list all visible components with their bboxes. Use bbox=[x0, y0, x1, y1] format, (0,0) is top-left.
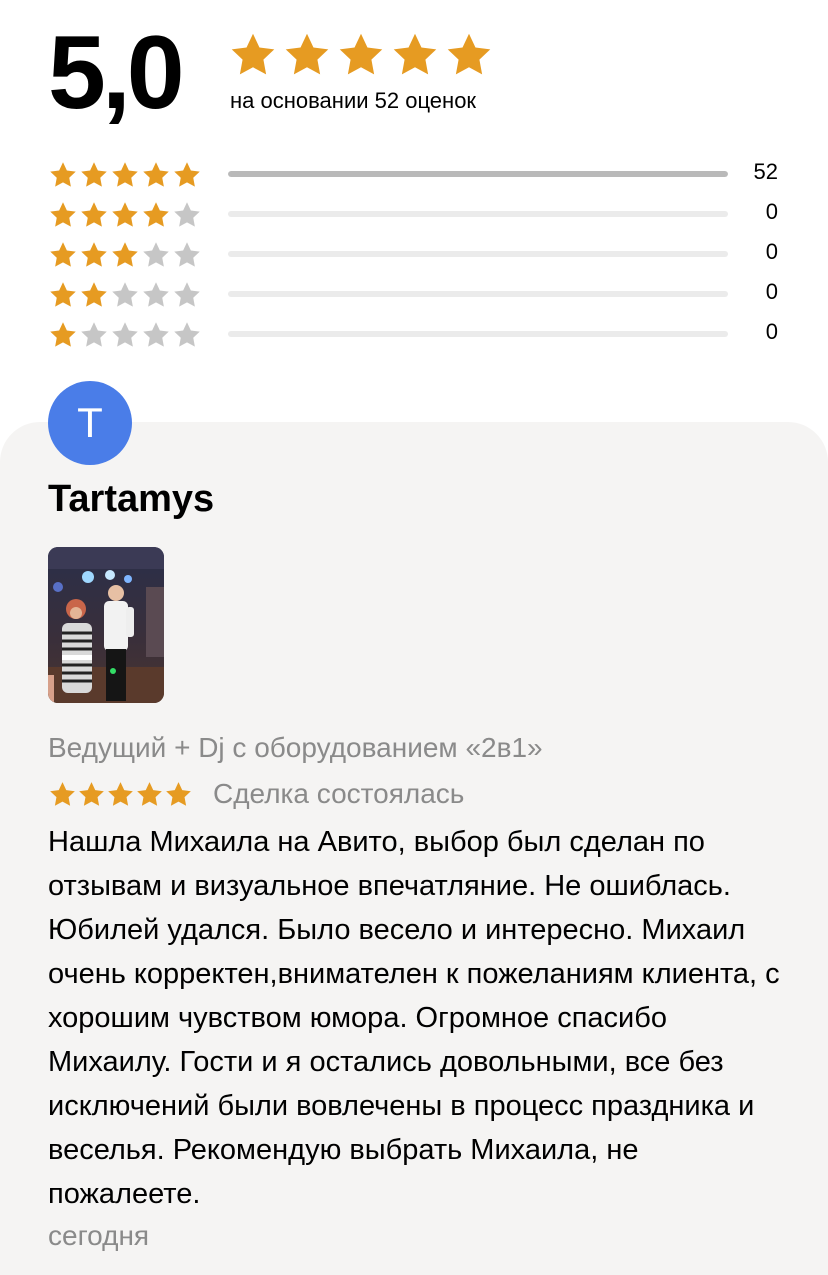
star-empty-icon bbox=[143, 242, 169, 267]
star-filled-icon bbox=[50, 202, 76, 227]
breakdown-count: 52 bbox=[753, 159, 778, 184]
avatar[interactable]: T bbox=[48, 381, 132, 465]
average-score: 5,0 bbox=[48, 15, 185, 131]
star-filled-icon bbox=[108, 781, 133, 806]
star-empty-icon bbox=[143, 282, 169, 307]
star-empty-icon bbox=[143, 322, 169, 347]
star-filled-icon bbox=[50, 322, 76, 347]
review-date: сегодня bbox=[48, 1220, 150, 1251]
star-empty-icon bbox=[174, 242, 200, 267]
star-filled-icon bbox=[81, 242, 107, 267]
star-filled-icon bbox=[447, 33, 491, 75]
star-filled-icon bbox=[50, 781, 75, 806]
star-filled-icon bbox=[231, 33, 275, 75]
star-filled-icon bbox=[50, 242, 76, 267]
breakdown-bar bbox=[228, 291, 728, 297]
review-photo[interactable] bbox=[48, 547, 164, 703]
breakdown-row-5[interactable]: 52 bbox=[48, 154, 788, 194]
star-empty-icon bbox=[174, 282, 200, 307]
deal-status: Сделка состоялась bbox=[213, 778, 465, 809]
rating-summary: 5,0 на основании 52 оценок bbox=[48, 18, 788, 128]
breakdown-count: 0 bbox=[765, 279, 778, 304]
breakdown-bar bbox=[228, 171, 728, 177]
breakdown-stars bbox=[48, 240, 202, 270]
ratings-count-caption: на основании 52 оценок bbox=[230, 88, 477, 113]
breakdown-bar-fill bbox=[228, 171, 728, 177]
review-service-title: Ведущий + Dj с оборудованием «2в1» bbox=[48, 732, 543, 763]
breakdown-row-2[interactable]: 0 bbox=[48, 274, 788, 314]
review-author[interactable]: Tartamys bbox=[48, 478, 214, 521]
star-empty-icon bbox=[112, 282, 138, 307]
star-filled-icon bbox=[81, 282, 107, 307]
review-text: Нашла Михаила на Авито, выбор был сделан… bbox=[48, 826, 780, 1210]
breakdown-row-1[interactable]: 0 bbox=[48, 314, 788, 354]
star-filled-icon bbox=[112, 202, 138, 227]
breakdown-stars bbox=[48, 280, 202, 310]
reviews-page: 5,0 на основании 52 оценок 52 0 0 0 0 T … bbox=[0, 0, 828, 1275]
star-empty-icon bbox=[81, 322, 107, 347]
breakdown-bar bbox=[228, 211, 728, 217]
star-filled-icon bbox=[285, 33, 329, 75]
star-filled-icon bbox=[137, 781, 162, 806]
star-filled-icon bbox=[50, 282, 76, 307]
review-stars bbox=[48, 780, 193, 809]
star-filled-icon bbox=[79, 781, 104, 806]
breakdown-count: 0 bbox=[765, 199, 778, 224]
star-filled-icon bbox=[339, 33, 383, 75]
star-filled-icon bbox=[112, 162, 138, 187]
breakdown-row-3[interactable]: 0 bbox=[48, 234, 788, 274]
photo-thumbnail-icon bbox=[48, 547, 164, 703]
star-filled-icon bbox=[166, 781, 191, 806]
star-filled-icon bbox=[393, 33, 437, 75]
star-filled-icon bbox=[143, 162, 169, 187]
star-filled-icon bbox=[112, 242, 138, 267]
star-empty-icon bbox=[174, 322, 200, 347]
star-filled-icon bbox=[81, 202, 107, 227]
average-stars bbox=[228, 30, 494, 80]
breakdown-count: 0 bbox=[765, 239, 778, 264]
star-filled-icon bbox=[174, 162, 200, 187]
star-filled-icon bbox=[50, 162, 76, 187]
breakdown-stars bbox=[48, 200, 202, 230]
breakdown-row-4[interactable]: 0 bbox=[48, 194, 788, 234]
star-empty-icon bbox=[174, 202, 200, 227]
breakdown-bar bbox=[228, 251, 728, 257]
star-filled-icon bbox=[143, 202, 169, 227]
breakdown-bar bbox=[228, 331, 728, 337]
breakdown-stars bbox=[48, 160, 202, 190]
breakdown-stars bbox=[48, 320, 202, 350]
breakdown-count: 0 bbox=[765, 319, 778, 344]
review-meta: Сделка состоялась bbox=[48, 776, 464, 812]
rating-breakdown: 52 0 0 0 0 bbox=[48, 154, 788, 354]
star-filled-icon bbox=[81, 162, 107, 187]
star-empty-icon bbox=[112, 322, 138, 347]
